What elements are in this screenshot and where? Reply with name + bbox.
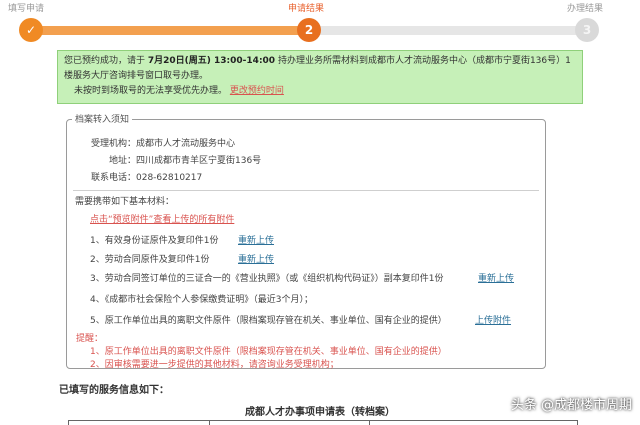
reminder-1: 1、原工作单位出具的离职文件原件（限档案现存管在机关、事业单位、国有企业的提供） <box>90 347 447 357</box>
reminder-2: 2、因审核需要进一步提供的其他材料，请咨询业务受理机构； <box>90 360 339 370</box>
agency-row: 受理机构：成都市人才流动服务中心 <box>90 139 236 149</box>
watermark: 头条 @成都楼市周期 <box>510 398 632 413</box>
progress-steps: 填写申请 申请结果 办理结果 ✓ 2 3 <box>0 0 640 48</box>
reupload-button-1[interactable]: 重新上传 <box>238 233 274 246</box>
material-item-5: 5、原工作单位出具的离职文件原件（限档案现存管在机关、事业单位、国有企业的提供） <box>90 316 447 326</box>
step-pending-badge: 3 <box>575 18 599 42</box>
step-label-result: 申请结果 <box>288 4 325 14</box>
material-item-2: 2、劳动合同原件及复印件1份 <box>90 255 210 265</box>
application-table <box>68 420 578 425</box>
material-item-1: 1、有效身份证原件及复印件1份 <box>90 236 219 246</box>
success-notice: 您已预约成功，请于 7月20日(周五) 13:00-14:00 持办理业务所需材… <box>57 50 583 104</box>
step-label-fill: 填写申请 <box>8 4 45 14</box>
notice-late: 未按时到场取号的无法享受优先办理。 更改预约时间 <box>74 86 284 96</box>
upload-attachment-button[interactable]: 上传附件 <box>475 313 511 326</box>
material-item-3: 3、劳动合同签订单位的三证合一的《营业执照》（或《组织机构代码证》）副本复印件1… <box>90 274 444 284</box>
reminder-title: 提醒： <box>76 334 104 344</box>
divider <box>73 190 539 191</box>
archive-legend: 档案转入须知 <box>72 112 133 125</box>
step-done-check-icon: ✓ <box>19 18 43 42</box>
reupload-button-3[interactable]: 重新上传 <box>478 271 514 284</box>
preview-attachments-link[interactable]: 点击“预览附件”查看上传的所有附件 <box>90 212 234 225</box>
filled-info-heading: 已填写的服务信息如下： <box>59 385 169 396</box>
change-appointment-link[interactable]: 更改预约时间 <box>230 86 284 96</box>
appointment-datetime: 7月20日(周五) 13:00-14:00 <box>147 56 276 66</box>
phone-row: 联系电话：028-62810217 <box>90 173 203 183</box>
progress-track-complete <box>20 26 315 35</box>
step-label-done: 办理结果 <box>567 4 604 14</box>
materials-title: 需要携带如下基本材料： <box>75 197 175 207</box>
progress-track-pending <box>315 26 587 35</box>
reupload-button-2[interactable]: 重新上传 <box>238 252 274 265</box>
address-row: 地址：四川成都市青羊区宁夏街136号 <box>108 156 262 166</box>
notice-main: 您已预约成功，请于 7月20日(周五) 13:00-14:00 持办理业务所需材… <box>64 56 571 81</box>
step-current-badge: 2 <box>297 18 321 42</box>
material-item-4: 4、《成都市社会保险个人参保缴费证明》（最近3个月）； <box>90 295 313 305</box>
